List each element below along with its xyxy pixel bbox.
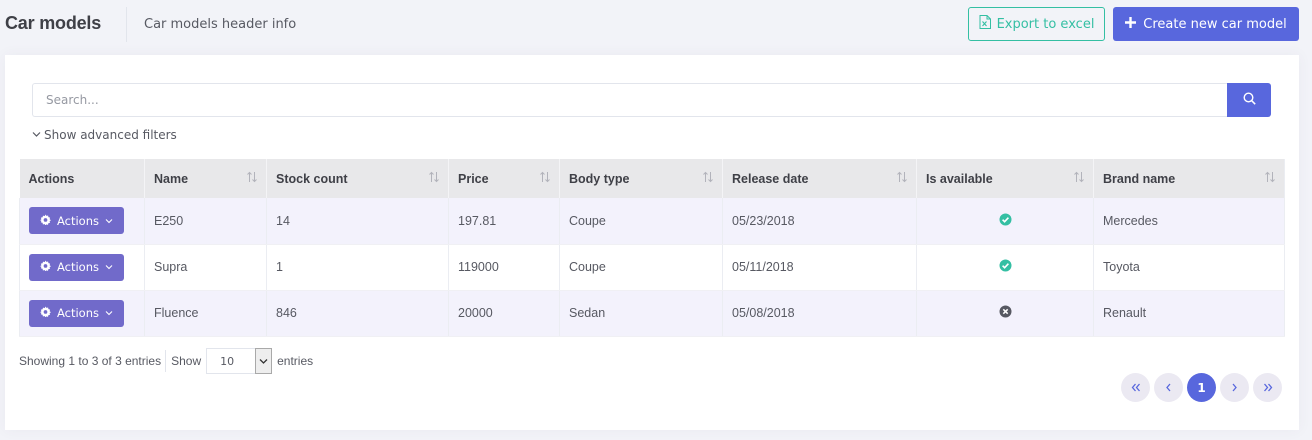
table-row: Actions E250 14 197.81 Coupe 05/23/2018 … <box>19 198 1285 245</box>
pagination: 1 <box>1121 373 1282 402</box>
showing-entries-text: Showing 1 to 3 of 3 entries <box>19 354 162 368</box>
check-circle-icon <box>999 259 1012 275</box>
cell-stock-count: 14 <box>266 198 449 245</box>
entries-label: entries <box>277 354 314 368</box>
gear-icon <box>39 260 51 274</box>
column-header-price[interactable]: Price <box>448 159 560 198</box>
row-actions-label: Actions <box>56 213 99 228</box>
cell-brand-name: Renault <box>1093 290 1285 337</box>
table-header-row: Actions Name Stock count Price Body type… <box>19 159 1285 198</box>
search-button[interactable] <box>1227 83 1271 117</box>
page-size-select[interactable]: 10 <box>206 348 273 374</box>
row-actions-button[interactable]: Actions <box>29 253 124 281</box>
gear-icon <box>39 214 51 228</box>
next-page-button[interactable] <box>1220 373 1249 402</box>
cell-body-type: Coupe <box>559 198 723 245</box>
sort-icon <box>702 171 714 186</box>
first-page-button[interactable] <box>1121 373 1150 402</box>
row-actions-label: Actions <box>56 260 99 274</box>
cell-name: Fluence <box>144 290 267 337</box>
cell-is-available <box>916 290 1094 337</box>
cell-name: Supra <box>144 244 267 291</box>
gear-icon <box>39 306 51 320</box>
sort-icon <box>539 171 551 186</box>
double-chevron-right-icon <box>1263 381 1273 395</box>
cell-release-date: 05/08/2018 <box>722 290 917 337</box>
column-header-stock-count[interactable]: Stock count <box>266 159 449 198</box>
advanced-filters-label: Show advanced filters <box>44 128 177 142</box>
create-label: Create new car model <box>1143 16 1287 32</box>
sort-icon <box>246 171 258 186</box>
row-actions-button[interactable]: Actions <box>29 299 124 327</box>
cell-name: E250 <box>144 198 267 245</box>
plus-icon <box>1125 16 1137 32</box>
double-chevron-left-icon <box>1131 381 1141 395</box>
chevron-down-icon <box>105 260 113 274</box>
column-header-release-date[interactable]: Release date <box>722 159 917 198</box>
cell-body-type: Sedan <box>559 290 723 337</box>
cell-stock-count: 846 <box>266 290 449 337</box>
excel-file-icon <box>979 15 991 33</box>
cell-price: 119000 <box>448 244 560 291</box>
export-to-excel-button[interactable]: Export to excel <box>968 7 1105 41</box>
header-info: Car models header info <box>144 17 297 32</box>
page-size-value: 10 <box>206 348 256 374</box>
page-size-dropdown-button[interactable] <box>255 348 273 374</box>
cell-release-date: 05/23/2018 <box>722 198 917 245</box>
table-row: Actions Fluence 846 20000 Sedan 05/08/20… <box>19 290 1285 337</box>
cell-brand-name: Mercedes <box>1093 198 1285 245</box>
create-new-car-model-button[interactable]: Create new car model <box>1113 7 1299 41</box>
search-bar <box>32 83 1271 117</box>
cell-release-date: 05/11/2018 <box>722 244 917 291</box>
previous-page-button[interactable] <box>1154 373 1183 402</box>
search-input[interactable] <box>32 83 1227 117</box>
column-header-brand-name[interactable]: Brand name <box>1093 159 1285 198</box>
table-info: Showing 1 to 3 of 3 entries Show 10 entr… <box>19 348 313 374</box>
cell-price: 20000 <box>448 290 560 337</box>
car-models-panel: Show advanced filters Actions Name Stock… <box>5 55 1299 430</box>
row-actions-label: Actions <box>56 306 99 320</box>
cell-is-available <box>916 198 1094 245</box>
chevron-down-icon <box>259 354 268 368</box>
export-label: Export to excel <box>996 16 1095 32</box>
row-actions-button[interactable]: Actions <box>29 207 124 235</box>
cell-body-type: Coupe <box>559 244 723 291</box>
table-row: Actions Supra 1 119000 Coupe 05/11/2018 … <box>19 244 1285 291</box>
cell-price: 197.81 <box>448 198 560 245</box>
title-separator <box>126 7 127 42</box>
sort-icon <box>1073 171 1085 186</box>
chevron-down-icon <box>105 214 113 228</box>
sort-icon <box>1264 171 1276 186</box>
sort-icon <box>428 171 440 186</box>
check-circle-icon <box>999 213 1012 229</box>
column-header-is-available[interactable]: Is available <box>916 159 1094 198</box>
info-separator <box>165 350 167 372</box>
last-page-button[interactable] <box>1253 373 1282 402</box>
sort-icon <box>896 171 908 186</box>
search-icon <box>1242 92 1256 108</box>
car-models-table: Actions Name Stock count Price Body type… <box>19 159 1285 337</box>
chevron-right-icon <box>1231 381 1238 395</box>
cell-is-available <box>916 244 1094 291</box>
show-advanced-filters-toggle[interactable]: Show advanced filters <box>32 128 177 142</box>
column-header-name[interactable]: Name <box>144 159 267 198</box>
chevron-down-icon <box>105 306 113 320</box>
show-label: Show <box>171 354 202 368</box>
x-circle-icon <box>999 305 1012 321</box>
column-header-body-type[interactable]: Body type <box>559 159 723 198</box>
subheader: Car models Car models header info Export… <box>0 0 1312 50</box>
cell-brand-name: Toyota <box>1093 244 1285 291</box>
page-title: Car models <box>5 13 102 33</box>
cell-stock-count: 1 <box>266 244 449 291</box>
chevron-down-icon <box>32 128 41 142</box>
chevron-left-icon <box>1165 381 1172 395</box>
page-button-current[interactable]: 1 <box>1187 373 1216 402</box>
column-header-actions: Actions <box>19 159 145 198</box>
